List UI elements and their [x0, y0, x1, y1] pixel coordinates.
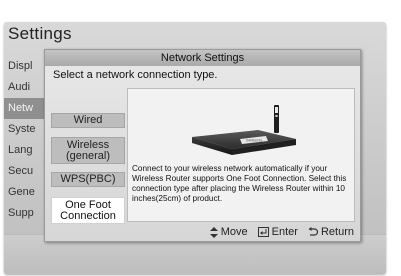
menu-item-general[interactable]: Gene — [4, 182, 44, 203]
menu-item-display[interactable]: Displ — [4, 56, 44, 77]
return-hint[interactable]: Return — [308, 226, 354, 238]
router-brand-logo: SAMSUNG — [246, 138, 263, 142]
move-label: Move — [220, 226, 248, 238]
option-wireless-general-label: Wireless (general) — [65, 138, 111, 162]
menu-item-security[interactable]: Secu — [4, 161, 44, 182]
move-hint: Move — [209, 226, 248, 238]
option-wps-pbc-label: WPS(PBC) — [60, 173, 116, 185]
menu-item-network[interactable]: Netw — [4, 98, 44, 119]
settings-menu: Displ Audi Netw Syste Lang Secu Gene Sup… — [4, 56, 44, 224]
page-title: Settings — [8, 24, 72, 43]
enter-label: Enter — [271, 226, 298, 238]
option-description-text: Connect to your wireless network automat… — [132, 164, 347, 203]
option-one-foot-connection-label: One Foot Connection — [60, 198, 116, 222]
dialog-title: Network Settings — [45, 50, 360, 66]
up-down-arrows-icon — [209, 226, 218, 238]
dialog-prompt: Select a network connection type. — [53, 69, 218, 81]
return-label: Return — [320, 226, 354, 238]
enter-hint[interactable]: Enter — [257, 226, 298, 238]
option-wired-label: Wired — [73, 114, 103, 126]
return-icon — [308, 227, 318, 236]
menu-item-support[interactable]: Supp — [4, 203, 44, 224]
enter-icon — [257, 227, 269, 237]
dialog-footer: Move Enter Return — [209, 225, 354, 239]
option-wps-pbc[interactable]: WPS(PBC) — [51, 172, 125, 187]
wireless-router-illustration: SAMSUNG — [192, 105, 296, 155]
menu-item-system[interactable]: Syste — [4, 119, 44, 140]
option-description-box: SAMSUNG Connect to your wireless network… — [127, 88, 355, 222]
option-wired[interactable]: Wired — [51, 113, 125, 128]
tv-screen: Settings Displ Audi Netw Syste Lang Secu… — [0, 0, 401, 276]
menu-item-audio[interactable]: Audi — [4, 77, 44, 98]
menu-item-language[interactable]: Lang — [4, 140, 44, 161]
network-settings-dialog: Network Settings Select a network connec… — [44, 49, 361, 242]
option-one-foot-connection[interactable]: One Foot Connection — [51, 197, 125, 224]
option-wireless-general[interactable]: Wireless (general) — [51, 137, 125, 164]
